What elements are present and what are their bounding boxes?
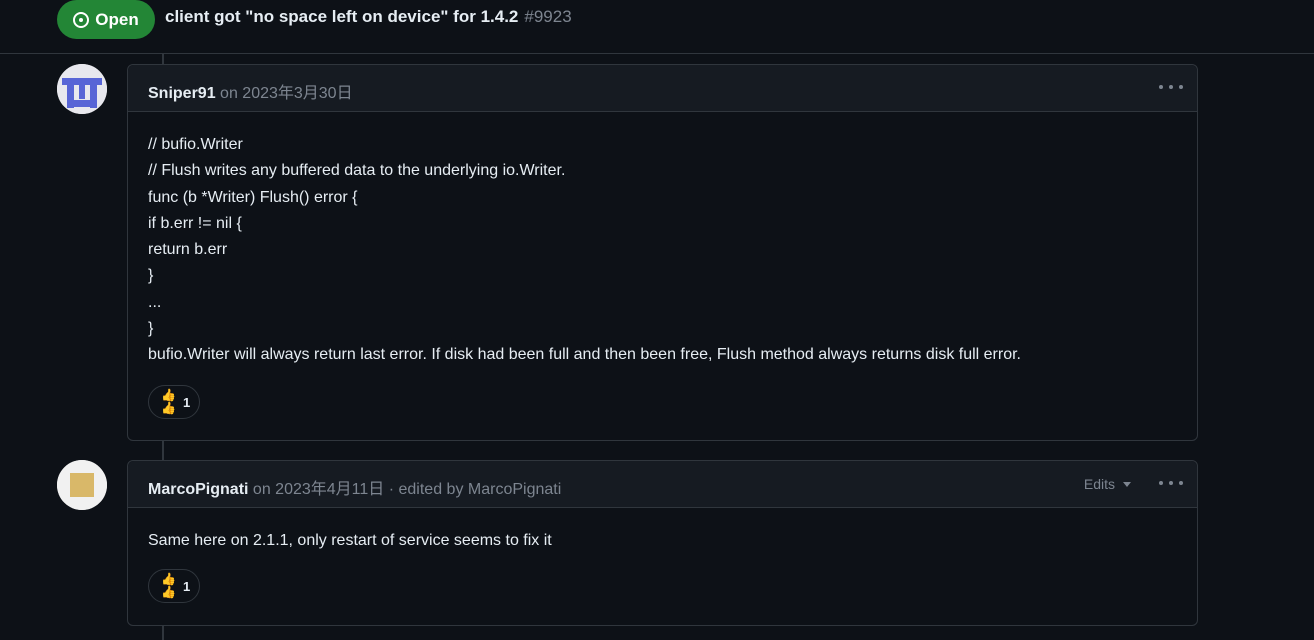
reaction-count: 1 bbox=[183, 578, 191, 594]
avatar-sniper91-image bbox=[57, 64, 107, 114]
thumbs-up-icon: 👍 👍 bbox=[161, 388, 176, 415]
comment-meta: MarcoPignati on 2023年4月11日 · edited by M… bbox=[148, 475, 561, 499]
comment-line: // bufio.Writer bbox=[148, 136, 243, 153]
comment-header: Sniper91 on 2023年3月30日 bbox=[128, 65, 1197, 112]
comment-line: } bbox=[148, 320, 154, 338]
comment-body: Same here on 2.1.1, only restart of serv… bbox=[128, 508, 1197, 554]
comment-date[interactable]: on 2023年3月30日 bbox=[220, 85, 353, 102]
comment-author-link[interactable]: Sniper91 bbox=[148, 85, 216, 102]
issue-state-badge: Open bbox=[57, 0, 155, 39]
comment-line: return b.err bbox=[148, 241, 228, 259]
issue-title: client got "no space left on device" for… bbox=[165, 7, 572, 27]
comment-line: if b.err != nil { bbox=[148, 214, 242, 232]
avatar[interactable] bbox=[57, 460, 107, 510]
comment-edited-by: · edited by MarcoPignati bbox=[388, 481, 562, 498]
issue-number: #9923 bbox=[524, 7, 572, 26]
edits-label: Edits bbox=[1083, 476, 1115, 492]
avatar-marcopignati-image bbox=[57, 460, 107, 510]
comment-line: func (b *Writer) Flush() error { bbox=[148, 188, 358, 206]
avatar[interactable] bbox=[57, 64, 107, 114]
reaction-count: 1 bbox=[183, 394, 191, 410]
thumbs-up-icon: 👍 👍 bbox=[161, 572, 176, 599]
edits-dropdown[interactable]: Edits bbox=[1084, 476, 1131, 492]
thumbs-up-reaction-button[interactable]: 👍 👍 1 bbox=[148, 385, 200, 419]
comment-body: // bufio.Writer // Flush writes any buff… bbox=[128, 112, 1197, 369]
comment: Sniper91 on 2023年3月30日 // bufio.Writer /… bbox=[127, 64, 1198, 441]
issue-page: Open client got "no space left on device… bbox=[0, 0, 1314, 640]
comment-line: } bbox=[148, 267, 154, 285]
thumbs-up-reaction-button[interactable]: 👍 👍 1 bbox=[148, 569, 200, 603]
comment-line: bufio.Writer will always return last err… bbox=[148, 346, 1021, 364]
comment-meta: Sniper91 on 2023年3月30日 bbox=[148, 79, 353, 103]
issue-open-icon bbox=[73, 11, 90, 28]
caret-down-icon bbox=[1123, 481, 1131, 487]
comment: MarcoPignati on 2023年4月11日 · edited by M… bbox=[127, 460, 1198, 626]
comment-line: // Flush writes any buffered data to the… bbox=[148, 162, 566, 180]
issue-state-label: Open bbox=[95, 9, 139, 29]
comment-options-icon[interactable] bbox=[1159, 473, 1183, 493]
comment-author-link[interactable]: MarcoPignati bbox=[148, 481, 248, 498]
comment-line: Same here on 2.1.1, only restart of serv… bbox=[148, 532, 552, 549]
comment-options-icon[interactable] bbox=[1159, 77, 1183, 97]
comment-line: ... bbox=[148, 293, 162, 311]
issue-title-text: client got "no space left on device" for… bbox=[165, 7, 519, 26]
comment-date[interactable]: on 2023年4月11日 bbox=[253, 481, 384, 498]
comment-header: MarcoPignati on 2023年4月11日 · edited by M… bbox=[128, 461, 1197, 508]
issue-header: Open client got "no space left on device… bbox=[0, 0, 1314, 54]
